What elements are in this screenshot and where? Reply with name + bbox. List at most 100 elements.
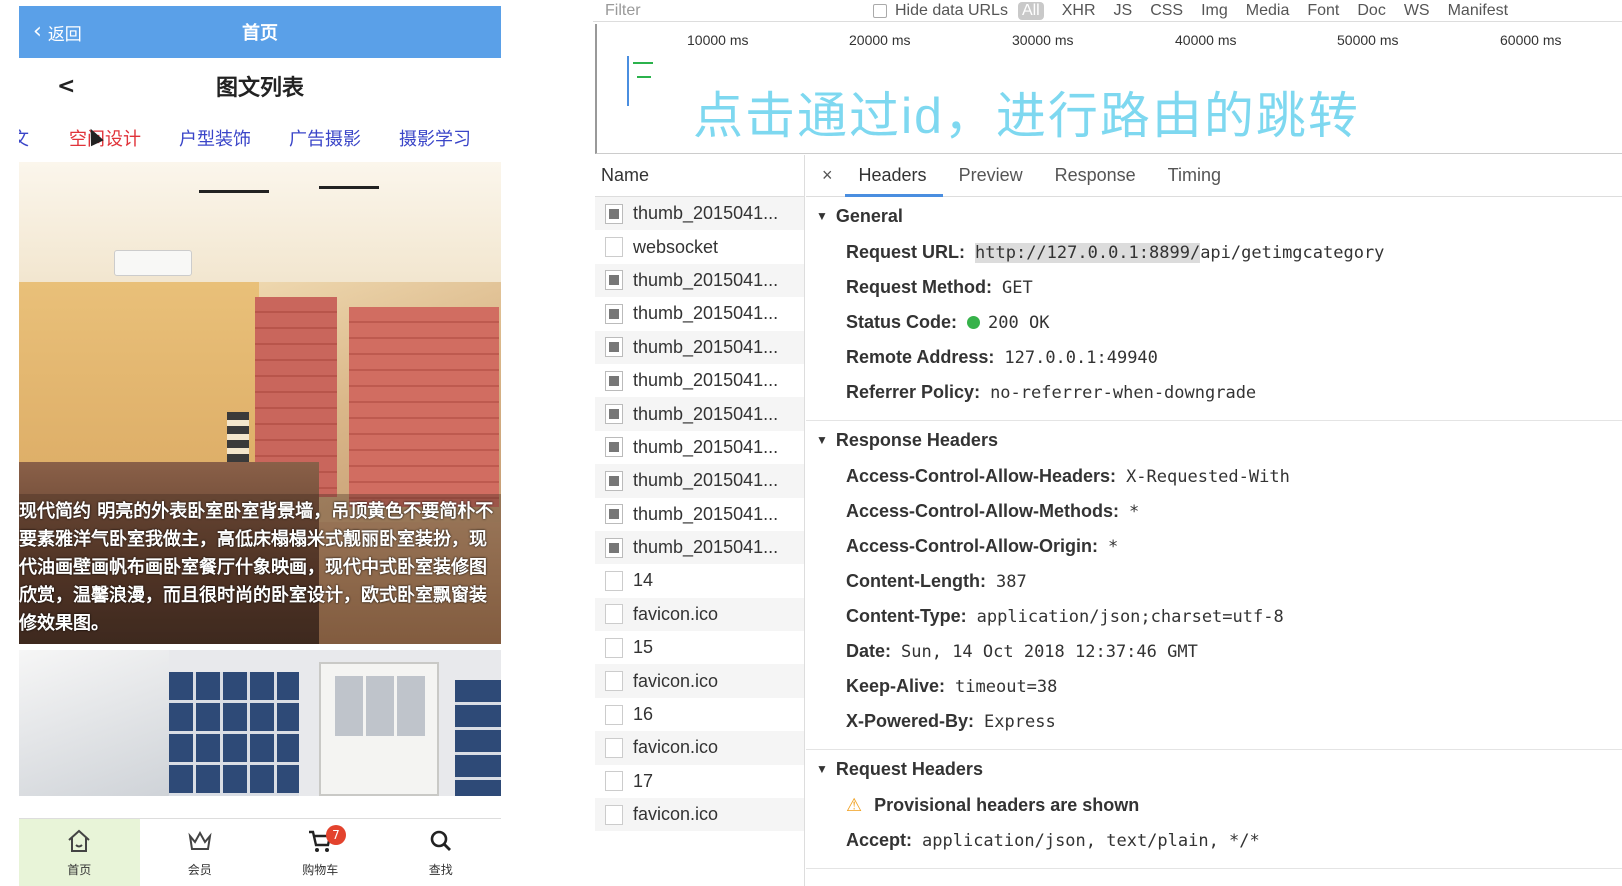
timeline-tick: 50000 ms: [1337, 32, 1399, 48]
door: [319, 662, 439, 796]
ceiling-area: [19, 162, 501, 282]
tab-headers[interactable]: Headers: [844, 155, 943, 197]
name-column-header[interactable]: Name: [595, 155, 804, 197]
request-row[interactable]: thumb_2015041...: [595, 498, 804, 531]
document-file-icon: [605, 704, 623, 725]
request-row[interactable]: thumb_2015041...: [595, 464, 804, 498]
page-back-button[interactable]: <: [57, 74, 75, 99]
thumbnail: [609, 208, 619, 219]
request-row[interactable]: 15: [595, 631, 804, 664]
type-filter-font[interactable]: Font: [1307, 2, 1339, 20]
header-key: Access-Control-Allow-Headers:: [846, 466, 1117, 486]
request-headers-toggle[interactable]: ▼ Request Headers: [806, 750, 1622, 788]
type-filter-manifest[interactable]: Manifest: [1448, 2, 1508, 20]
request-name: 15: [633, 637, 654, 658]
request-name: 14: [633, 570, 654, 591]
tab-timing[interactable]: Timing: [1168, 155, 1221, 197]
request-row[interactable]: thumb_2015041...: [595, 330, 804, 364]
image-card[interactable]: 现代简约 明亮的外表卧室卧室背景墙，吊顶黄色不要简朴不要素雅洋气卧室我做主，高低…: [19, 162, 501, 644]
general-section: ▼ General Request URL: http://127.0.0.1:…: [806, 197, 1622, 421]
image-card[interactable]: [19, 650, 501, 796]
image-file-icon: [605, 437, 623, 458]
page-header: < 图文列表: [19, 58, 501, 114]
request-name: favicon.ico: [633, 804, 719, 825]
request-name: thumb_2015041...: [633, 370, 779, 391]
timeline-tick: 60000 ms: [1500, 32, 1562, 48]
tab-member[interactable]: 会员: [140, 819, 261, 886]
category-tab[interactable]: 文: [19, 125, 29, 151]
header-row: Access-Control-Allow-Headers: X-Requested…: [806, 459, 1622, 494]
request-detail-pane: × Headers Preview Response Timing ▼ Gene…: [806, 155, 1622, 886]
header-value: 387: [995, 571, 1027, 592]
request-row[interactable]: 14: [595, 564, 804, 597]
header-value: no-referrer-when-downgrade: [990, 382, 1257, 403]
document-file-icon: [605, 237, 623, 258]
navbar-title: 首页: [242, 23, 278, 44]
request-row[interactable]: thumb_2015041...: [595, 397, 804, 431]
request-row[interactable]: favicon.ico: [595, 664, 804, 698]
type-filter-css[interactable]: CSS: [1150, 2, 1183, 20]
tab-response[interactable]: Response: [1055, 155, 1136, 197]
close-icon[interactable]: ×: [822, 165, 833, 186]
header-row: Access-Control-Allow-Methods: *: [806, 494, 1622, 529]
section-title: General: [835, 205, 903, 226]
request-row[interactable]: favicon.ico: [595, 798, 804, 832]
request-name: websocket: [633, 236, 719, 257]
type-filter-img[interactable]: Img: [1201, 2, 1228, 20]
warning-text: Provisional headers are shown: [874, 795, 1140, 815]
type-filter-js[interactable]: JS: [1114, 2, 1133, 20]
header-value: 127.0.0.1:49940: [1004, 347, 1158, 368]
type-filter-all[interactable]: All: [1017, 1, 1044, 20]
navbar-back-button[interactable]: ‹ 返回: [33, 6, 82, 58]
request-name: thumb_2015041...: [633, 537, 779, 558]
header-key: Keep-Alive:: [846, 676, 946, 696]
request-row[interactable]: websocket: [595, 230, 804, 263]
tab-home[interactable]: 首页: [19, 819, 140, 886]
tab-cart[interactable]: 7 购物车: [260, 819, 381, 886]
request-row[interactable]: thumb_2015041...: [595, 197, 804, 231]
request-row[interactable]: thumb_2015041...: [595, 263, 804, 298]
category-tab[interactable]: 广告摄影: [289, 125, 361, 151]
request-name: thumb_2015041...: [633, 403, 779, 424]
request-row[interactable]: thumb_2015041...: [595, 431, 804, 464]
category-tab-active[interactable]: 空间设计: [69, 125, 141, 151]
type-filter-media[interactable]: Media: [1246, 2, 1290, 20]
request-name: thumb_2015041...: [633, 303, 779, 324]
category-bar: 文 空间设计 户型装饰 广告摄影 摄影学习: [19, 114, 501, 162]
ceiling-fan: [199, 190, 269, 193]
response-headers-toggle[interactable]: ▼ Response Headers: [806, 421, 1622, 459]
type-filter-doc[interactable]: Doc: [1357, 2, 1385, 20]
request-name: thumb_2015041...: [633, 336, 779, 357]
category-tab[interactable]: 户型装饰: [179, 125, 251, 151]
hide-data-urls-toggle[interactable]: Hide data URLs: [873, 2, 1008, 20]
header-row: Keep-Alive: timeout=38: [806, 669, 1622, 704]
request-row[interactable]: thumb_2015041...: [595, 364, 804, 397]
home-icon: [68, 829, 90, 852]
request-row[interactable]: 16: [595, 698, 804, 731]
request-row[interactable]: 17: [595, 765, 804, 798]
type-filter-ws[interactable]: WS: [1404, 2, 1430, 20]
type-filter-xhr[interactable]: XHR: [1062, 2, 1096, 20]
request-name: favicon.ico: [633, 603, 719, 624]
thumbnail: [609, 542, 619, 553]
tab-preview[interactable]: Preview: [959, 155, 1023, 197]
detail-tabs: × Headers Preview Response Timing: [806, 155, 1622, 197]
general-section-toggle[interactable]: ▼ General: [806, 197, 1622, 235]
header-row: Remote Address: 127.0.0.1:49940: [806, 340, 1622, 375]
header-value: timeout=38: [955, 676, 1058, 697]
hide-data-urls-checkbox[interactable]: [873, 3, 887, 18]
filter-input[interactable]: Filter: [593, 2, 853, 20]
request-row[interactable]: favicon.ico: [595, 731, 804, 765]
request-row[interactable]: thumb_2015041...: [595, 530, 804, 565]
image-file-icon: [605, 404, 623, 425]
image-file-icon: [605, 337, 623, 358]
tab-search[interactable]: 查找: [381, 819, 502, 886]
request-row[interactable]: favicon.ico: [595, 597, 804, 632]
category-tab[interactable]: 摄影学习: [399, 125, 471, 151]
thumbnail: [609, 308, 619, 319]
image-file-icon: [605, 203, 623, 224]
request-name-column: Name thumb_2015041... websocket thumb_2015…: [595, 155, 805, 886]
header-value: http://127.0.0.1:8899/api/getimgcategory: [975, 242, 1384, 263]
header-key: Referrer Policy:: [846, 382, 981, 402]
request-row[interactable]: thumb_2015041...: [595, 297, 804, 330]
